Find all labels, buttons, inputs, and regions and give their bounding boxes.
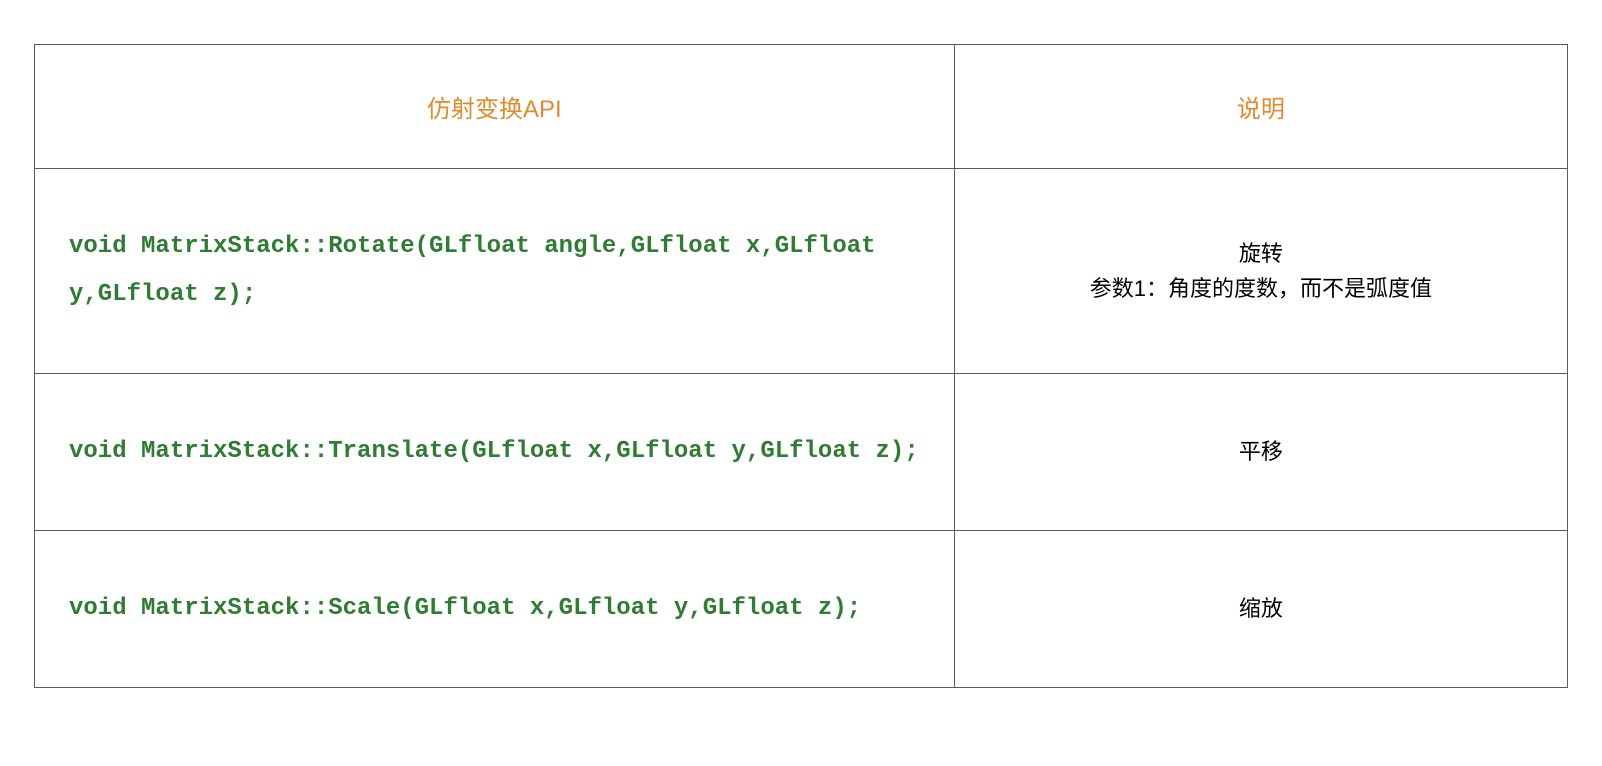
header-desc: 说明	[954, 45, 1567, 169]
api-signature: void MatrixStack::Translate(GLfloat x,GL…	[35, 374, 955, 531]
table-header-row: 仿射变换API 说明	[35, 45, 1568, 169]
api-description: 旋转 参数1：角度的度数，而不是弧度值	[954, 169, 1567, 374]
header-api: 仿射变换API	[35, 45, 955, 169]
api-description: 平移	[954, 374, 1567, 531]
table-row: void MatrixStack::Translate(GLfloat x,GL…	[35, 374, 1568, 531]
api-signature: void MatrixStack::Scale(GLfloat x,GLfloa…	[35, 531, 955, 688]
table-row: void MatrixStack::Scale(GLfloat x,GLfloa…	[35, 531, 1568, 688]
api-table: 仿射变换API 说明 void MatrixStack::Rotate(GLfl…	[34, 44, 1568, 688]
api-description: 缩放	[954, 531, 1567, 688]
page-container: 仿射变换API 说明 void MatrixStack::Rotate(GLfl…	[0, 0, 1602, 722]
api-signature: void MatrixStack::Rotate(GLfloat angle,G…	[35, 169, 955, 374]
table-row: void MatrixStack::Rotate(GLfloat angle,G…	[35, 169, 1568, 374]
